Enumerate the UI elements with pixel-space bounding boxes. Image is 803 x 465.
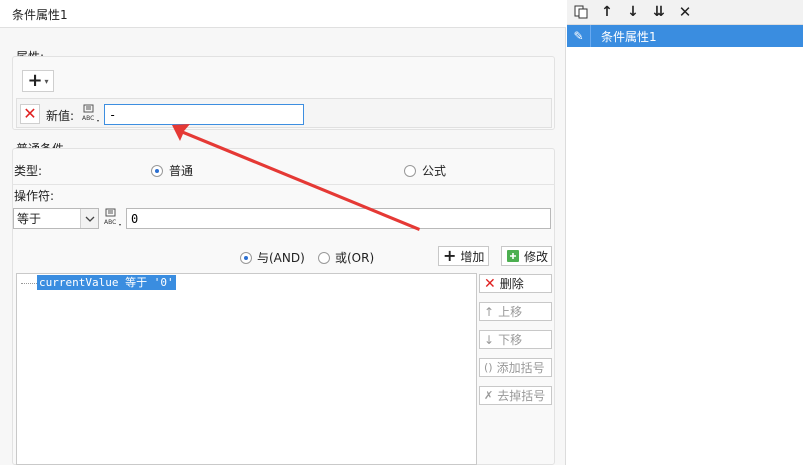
annotation-arrow (172, 124, 420, 231)
